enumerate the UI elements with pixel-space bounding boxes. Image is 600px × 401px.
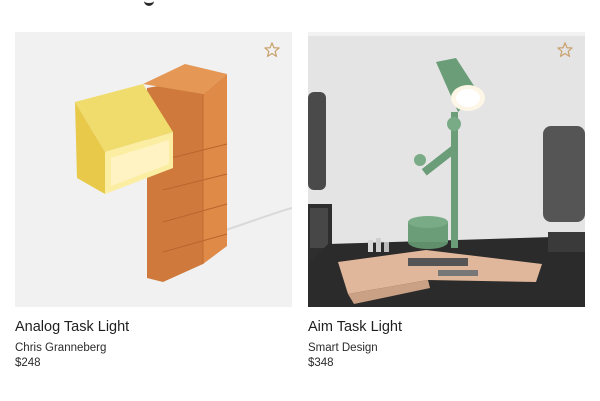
analog-lamp-image [75, 64, 292, 282]
favorite-star-icon[interactable] [263, 41, 281, 59]
heading-glyph-g [144, 0, 154, 6]
favorite-star-icon[interactable] [556, 41, 574, 59]
product-title[interactable]: Analog Task Light [15, 318, 292, 336]
product-image-aim-task-light[interactable] [308, 32, 585, 307]
heading-fragment [0, 0, 600, 6]
product-title[interactable]: Aim Task Light [308, 318, 585, 336]
product-card-analog-task-light[interactable]: Analog Task Light Chris Granneberg $248 [15, 32, 292, 370]
aim-lamp-image [308, 32, 585, 307]
product-price: $348 [308, 357, 334, 369]
product-designer[interactable]: Chris Granneberg [15, 341, 292, 355]
product-card-aim-task-light[interactable]: Aim Task Light Smart Design $348 [308, 32, 585, 370]
product-price: $248 [15, 357, 41, 369]
product-image-analog-task-light[interactable] [15, 32, 292, 307]
product-designer[interactable]: Smart Design [308, 341, 585, 355]
